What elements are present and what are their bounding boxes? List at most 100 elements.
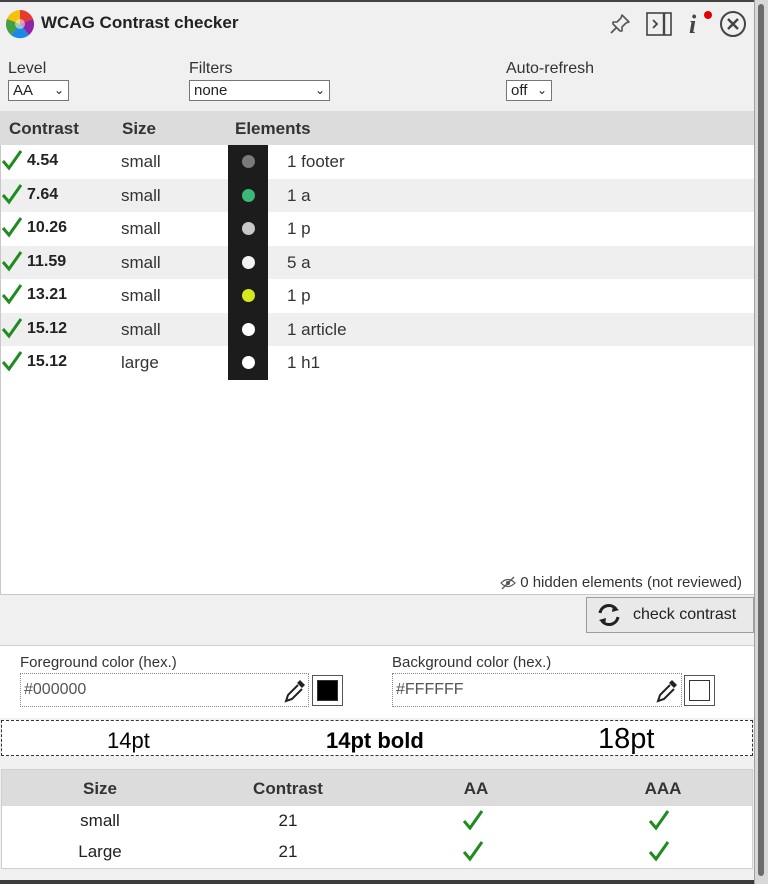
contrast-ratio: 4.54 — [27, 152, 59, 169]
preview-large: 18pt — [598, 723, 655, 755]
contrast-summary-table: Size Contrast AA AAA small 21 Large 21 — [1, 769, 753, 869]
color-swatch — [228, 346, 268, 380]
summary-contrast: 21 — [278, 842, 298, 861]
contrast-ratio: 11.59 — [27, 252, 67, 270]
eyedropper-icon[interactable] — [654, 677, 680, 705]
scrollbar[interactable] — [754, 0, 768, 884]
result-row[interactable]: 15.12 small 1 article — [1, 312, 754, 347]
summary-aa-header: AA — [463, 779, 489, 798]
result-row[interactable]: 11.59 small 5 a — [1, 245, 754, 280]
text-size: small — [121, 219, 161, 238]
check-contrast-button[interactable]: check contrast — [586, 597, 754, 633]
text-size: large — [121, 353, 159, 372]
pass-check-icon — [1, 250, 23, 271]
pass-check-icon — [1, 217, 23, 238]
foreground-color-dot — [242, 222, 255, 235]
color-inputs: Foreground color (hex.) #000000 Backgrou… — [0, 646, 754, 718]
contrast-ratio: 15.12 — [27, 319, 68, 337]
summary-header: Size Contrast AA AAA — [2, 770, 752, 806]
foreground-swatch[interactable] — [312, 675, 343, 706]
elements-column-header[interactable]: Elements — [235, 119, 311, 139]
element-count[interactable]: 1 h1 — [287, 353, 320, 373]
color-swatch — [228, 145, 268, 179]
color-swatch — [228, 279, 268, 313]
close-button[interactable] — [718, 10, 748, 38]
aaa-pass-icon — [648, 841, 670, 862]
info-icon: i — [689, 10, 712, 39]
contrast-column-header[interactable]: Contrast — [9, 119, 79, 139]
pin-icon — [610, 14, 630, 34]
aa-pass-icon — [462, 841, 484, 862]
hidden-elements-note: 0 hidden elements (not reviewed) — [500, 574, 742, 591]
color-swatch — [228, 212, 268, 246]
hidden-eye-icon — [500, 576, 517, 589]
color-swatch — [228, 312, 268, 347]
level-value: AA — [13, 82, 34, 99]
result-row[interactable]: 7.64 small 1 a — [1, 178, 754, 213]
notification-dot — [704, 11, 712, 19]
contrast-ratio: 10.26 — [27, 219, 68, 236]
foreground-color-dot — [242, 322, 255, 336]
result-row[interactable]: 4.54 small 1 footer — [1, 145, 754, 179]
pin-button[interactable] — [606, 10, 634, 38]
scrollbar-thumb[interactable] — [758, 4, 764, 876]
autorefresh-value: off — [511, 82, 528, 99]
element-count[interactable]: 1 p — [287, 219, 311, 239]
filters-select[interactable]: none ⌄ — [189, 80, 330, 101]
pass-check-icon — [1, 183, 23, 204]
background-swatch-color — [689, 680, 710, 701]
results-list: 0 hidden elements (not reviewed) 4.54 sma… — [0, 145, 754, 595]
contrast-ratio: 13.21 — [27, 286, 68, 303]
dock-sidebar-icon — [646, 12, 672, 36]
svg-text:i: i — [689, 10, 697, 39]
element-count[interactable]: 1 article — [287, 320, 347, 340]
color-swatch — [228, 245, 268, 280]
autorefresh-select[interactable]: off ⌄ — [506, 80, 552, 101]
foreground-label: Foreground color (hex.) — [20, 654, 177, 671]
background-swatch[interactable] — [684, 675, 715, 706]
size-column-header[interactable]: Size — [122, 119, 156, 139]
filters-label: Filters — [189, 60, 233, 77]
element-count[interactable]: 1 footer — [287, 152, 345, 172]
text-size: small — [121, 252, 161, 272]
text-size: small — [121, 152, 161, 171]
dock-sidebar-button[interactable] — [644, 10, 674, 38]
summary-row: small 21 — [2, 806, 752, 837]
foreground-color-dot — [242, 356, 255, 369]
panel-header: WCAG Contrast checker i — [0, 2, 754, 48]
eyedropper-icon[interactable] — [282, 677, 308, 705]
element-count[interactable]: 5 a — [287, 253, 311, 273]
results-header: Contrast Size Elements — [0, 111, 754, 145]
result-row[interactable]: 15.12 large 1 h1 — [1, 346, 754, 380]
element-count[interactable]: 1 p — [287, 286, 311, 306]
text-size: small — [121, 185, 161, 205]
text-preview: 14pt 14pt bold 18pt — [1, 720, 753, 756]
panel-title: WCAG Contrast checker — [41, 13, 239, 32]
summary-contrast: 21 — [278, 811, 298, 830]
foreground-color-dot — [242, 255, 255, 269]
background-color-input[interactable]: #FFFFFF — [392, 673, 682, 707]
pass-check-icon — [1, 317, 23, 338]
info-button[interactable]: i — [684, 10, 714, 39]
summary-size: Large — [78, 842, 122, 861]
foreground-color-dot — [242, 289, 255, 302]
logo-icon — [5, 10, 35, 39]
summary-size: small — [80, 811, 120, 830]
chevron-down-icon: ⌄ — [314, 83, 325, 97]
preview-bold: 14pt bold — [326, 728, 424, 753]
element-count[interactable]: 1 a — [287, 186, 311, 206]
background-label: Background color (hex.) — [392, 654, 552, 671]
contrast-ratio: 15.12 — [27, 353, 68, 370]
contrast-ratio: 7.64 — [27, 185, 59, 203]
check-contrast-label: check contrast — [633, 606, 737, 623]
filters-value: none — [194, 82, 228, 99]
result-row[interactable]: 13.21 small 1 p — [1, 279, 754, 313]
foreground-color-input[interactable]: #000000 — [20, 673, 309, 707]
pass-check-icon — [1, 351, 23, 372]
bottom-strip — [0, 880, 754, 884]
refresh-icon — [598, 604, 620, 626]
level-select[interactable]: AA ⌄ — [8, 80, 69, 101]
result-row[interactable]: 10.26 small 1 p — [1, 212, 754, 246]
aa-pass-icon — [462, 810, 484, 831]
summary-aaa-header: AAA — [644, 779, 682, 798]
